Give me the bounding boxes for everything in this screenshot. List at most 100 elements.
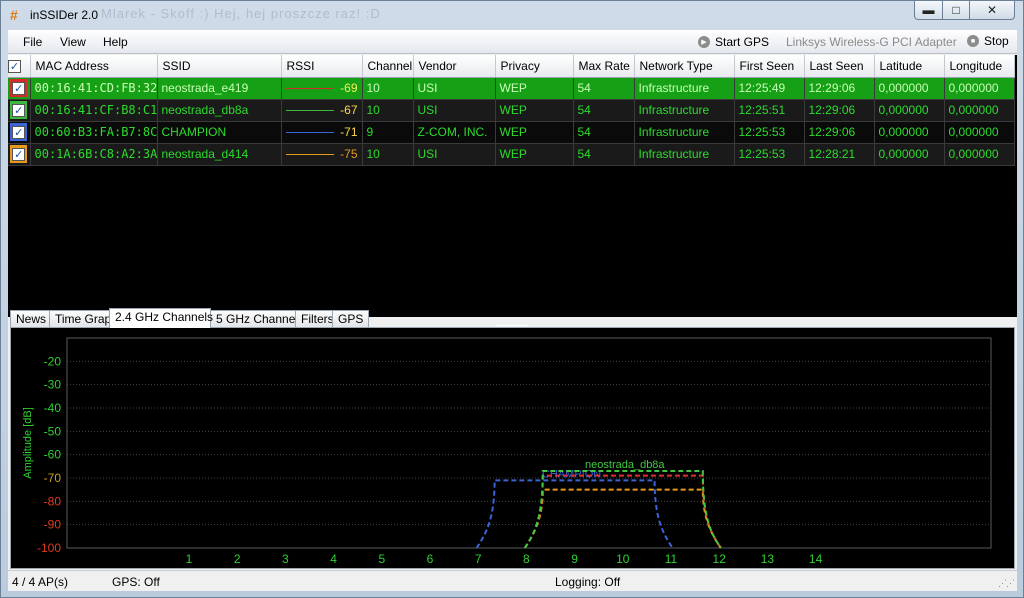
app-logo-icon: # [10,7,18,23]
rssi-value: -69 [340,81,358,95]
rssi-value: -75 [340,147,358,161]
column-header[interactable]: MAC Address [30,55,158,78]
x-tick-label: 7 [475,552,482,566]
access-point-table: ✓ MAC Address SSID RSSI Channel Vendor P… [8,55,1015,166]
column-header[interactable]: Last Seen [804,55,875,78]
window-title-blurred: Mlarek - Skoff :) Hej, hej proszcze raz!… [101,6,381,21]
x-tick-label: 11 [665,552,678,566]
resize-grip-icon[interactable]: ⋰⋰ [998,578,1015,589]
client-area: File View Help ▶ Start GPS Linksys Wirel… [8,30,1017,591]
table-row[interactable]: ✓ 00:60:B3:FA:B7:8C CHAMPION -71 9 Z-COM, INC… [8,121,1015,144]
stop-label: Stop [984,34,1009,48]
x-tick-label: 2 [234,552,241,566]
cell-channel: 10 [362,77,414,100]
column-header[interactable]: First Seen [734,55,805,78]
column-header[interactable]: RSSI [281,55,363,78]
x-tick-label: 13 [761,552,775,566]
column-header[interactable]: Max Rate [573,55,635,78]
rssi-sparkline [285,109,334,111]
y-tick-label: -20 [44,354,62,368]
column-header[interactable]: Network Type [634,55,735,78]
cell-mac: 00:16:41:CD:FB:32 [30,77,158,100]
cell-latitude: 0,000000 [874,143,945,166]
check-icon: ✓ [12,104,26,117]
y-tick-label: -30 [44,378,62,392]
rssi-value: -71 [340,125,358,139]
tab-time-graph[interactable]: Time Graph [49,310,118,327]
cell-ssid: neostrada_d414 [157,143,282,166]
window-title: inSSIDer 2.0 [30,8,99,22]
y-tick-label: -80 [44,494,62,508]
table-row[interactable]: ✓ 00:16:41:CD:FB:32 neostrada_e419 -69 10 USI… [8,77,1015,100]
cell-last-seen: 12:29:06 [804,121,875,144]
cell-last-seen: 12:29:06 [804,99,875,122]
row-checkbox[interactable]: ✓ [8,121,31,144]
column-header[interactable]: Privacy [495,55,574,78]
table-row[interactable]: ✓ 00:1A:6B:C8:A2:3A neostrada_d414 -75 10 USI… [8,143,1015,166]
maximize-icon: □ [952,3,960,17]
tab-5-ghz-channels[interactable]: 5 GHz Channels [210,310,304,327]
series-color-swatch: ✓ [10,145,28,163]
cell-last-seen: 12:28:21 [804,143,875,166]
y-tick-label: -50 [44,424,62,438]
stop-button[interactable]: ■ Stop [967,34,1009,48]
cell-network-type: Infrastructure [634,77,735,100]
title-bar[interactable]: # inSSIDer 2.0 Mlarek - Skoff :) Hej, he… [1,1,1023,29]
x-tick-label: 14 [809,552,823,566]
rssi-sparkline [285,87,334,89]
y-tick-label: -100 [37,541,61,555]
tab-news[interactable]: News [10,310,50,327]
cell-longitude: 0,000000 [944,99,1015,122]
select-all-checkbox[interactable]: ✓ [8,55,31,78]
x-tick-label: 5 [378,552,385,566]
column-header[interactable]: SSID [157,55,282,78]
start-gps-button[interactable]: ▶ Start GPS [698,34,769,50]
cell-rssi: -67 [281,99,363,122]
ap-count-status: 4 / 4 AP(s) [12,575,69,589]
cell-max-rate: 54 [573,77,635,100]
column-header[interactable]: Longitude [944,55,1015,78]
adapter-selector[interactable]: Linksys Wireless-G PCI Adapter [786,35,957,49]
row-checkbox[interactable]: ✓ [8,99,31,122]
cell-privacy: WEP [495,143,574,166]
row-checkbox[interactable]: ✓ [8,77,31,100]
menu-bar: File View Help ▶ Start GPS Linksys Wirel… [8,30,1017,54]
maximize-button[interactable]: □ [942,1,970,20]
cell-mac: 00:60:B3:FA:B7:8C [30,121,158,144]
tab-2-4-ghz-channels[interactable]: 2.4 GHz Channels [109,308,213,328]
plot-frame [66,337,992,549]
cell-max-rate: 54 [573,99,635,122]
cell-longitude: 0,000000 [944,77,1015,100]
menu-file[interactable]: File [23,35,42,49]
cell-mac: 00:1A:6B:C8:A2:3A [30,143,158,166]
start-gps-label: Start GPS [715,35,770,49]
y-tick-label: -40 [44,401,62,415]
menu-view[interactable]: View [60,35,86,49]
cell-first-seen: 12:25:51 [734,99,805,122]
channel-chart: -20 -30 -40 -50 -60 -70 -80 -90 -100 Amplitude [d… [22,337,992,566]
column-header[interactable]: Channel [362,55,414,78]
column-header[interactable]: Vendor [413,55,496,78]
table-header-row: ✓ MAC Address SSID RSSI Channel Vendor P… [8,55,1015,78]
menu-help[interactable]: Help [103,35,128,49]
row-checkbox[interactable]: ✓ [8,143,31,166]
play-icon: ▶ [698,36,710,48]
x-tick-label: 10 [616,552,630,566]
tab-filters[interactable]: Filters [295,310,334,327]
column-header[interactable]: Latitude [874,55,945,78]
check-icon: ✓ [12,148,26,161]
tab-gps[interactable]: GPS [332,310,369,327]
cell-latitude: 0,000000 [874,99,945,122]
table-row[interactable]: ✓ 00:16:41:CF:B8:C1 neostrada_db8a -67 10 USI… [8,99,1015,122]
cell-privacy: WEP [495,121,574,144]
x-tick-label: 8 [523,552,530,566]
cell-mac: 00:16:41:CF:B8:C1 [30,99,158,122]
check-icon: ✓ [8,59,21,73]
cell-network-type: Infrastructure [634,143,735,166]
cell-rssi: -69 [281,77,363,100]
minimize-button[interactable]: ▬ [914,1,943,20]
close-button[interactable]: ✕ [969,1,1015,20]
series-color-swatch: ✓ [10,123,28,141]
cell-latitude: 0,000000 [874,77,945,100]
cell-first-seen: 12:25:49 [734,77,805,100]
